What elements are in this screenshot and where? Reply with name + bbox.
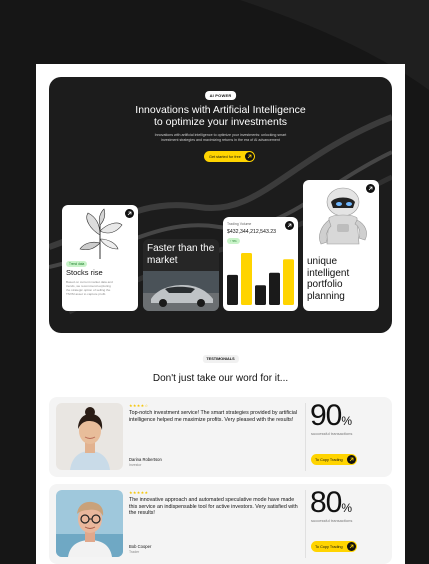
star-icon: ★★★★★ [129,490,149,495]
portfolio-planning-card[interactable]: unique intelligent portfolio planning [303,180,379,311]
testimonial-card: ★★★★★ The innovative approach and automa… [49,484,392,564]
hero-title-line-2: to optimize your investments [153,116,288,128]
volume-bar [283,259,294,305]
star-icon: ★★★★☆ [129,403,149,408]
hero-section: AI POWER Innovations with Artificial Int… [49,77,392,333]
divider [305,403,306,471]
trading-volume-change: ↑ 5% [227,238,240,244]
success-rate-label: successful transactions [311,518,353,523]
landing-page: AI POWER Innovations with Artificial Int… [36,64,405,564]
trading-volume-card[interactable]: Trading Volume $432,344,212,543.23 ↑ 5% [223,217,298,311]
testimonials-title: Don't just take our word for it... [152,373,289,384]
testimonial-role: Trader [129,550,140,554]
volume-bar [241,253,252,305]
success-rate-label: successful transactions [311,431,353,436]
volume-bar [269,272,280,305]
hero-subtitle: Innovations with artificial intelligence… [137,133,304,143]
sports-car-image [143,271,219,311]
testimonial-name: Bob Cooper [129,544,152,549]
stocks-rise-text: Based on current market data and trends,… [66,280,113,296]
hero-subtitle-line-2: investment strategies and maximizing ret… [161,138,280,142]
arrow-up-right-icon[interactable] [366,184,375,193]
testimonial-card: ★★★★☆ Top-notch investment service! The … [49,397,392,477]
arrow-up-right-icon[interactable] [285,221,294,230]
volume-bar [255,285,266,305]
faster-than-market-card[interactable]: Faster than the market [143,239,219,311]
arrow-up-right-icon [244,152,254,161]
get-started-button[interactable]: Get started for free [204,151,255,162]
portfolio-planning-title: unique intelligent portfolio planning [307,256,350,302]
success-rate-unit: % [341,501,353,515]
trading-volume-bars [227,253,294,305]
trend-tag: Trend data [66,261,88,267]
testimonials-badge: TESTIMONIALS [202,355,239,363]
arrow-up-right-icon [346,455,356,464]
hero-title: Innovations with Artificial Intelligence… [49,104,392,128]
success-rate-number: 80 [310,486,342,519]
get-started-label: Get started for free [209,154,241,159]
copy-trading-label: To Copy Trading [315,544,343,549]
copy-trading-button[interactable]: To Copy Trading [311,541,357,552]
divider [305,490,306,558]
success-rate-unit: % [341,414,353,428]
stocks-rise-card[interactable]: Trend data Stocks rise Based on current … [62,205,138,311]
copy-trading-button[interactable]: To Copy Trading [311,454,357,465]
testimonial-quote: The innovative approach and automated sp… [129,497,298,517]
copy-trading-label: To Copy Trading [315,457,343,462]
stocks-rise-title: Stocks rise [66,268,103,277]
hero-badge: AI POWER [204,91,237,100]
arrow-up-right-icon [346,542,356,551]
arrow-up-right-icon[interactable] [125,209,134,218]
trading-volume-label: Trading Volume [227,222,252,226]
testimonial-name: Darina Robertson [129,457,162,462]
trading-volume-value: $432,344,212,543.23 [227,229,277,235]
faster-than-market-title: Faster than the market [147,243,215,266]
avatar [56,490,123,557]
hero-title-line-1: Innovations with Artificial Intelligence [135,104,306,116]
testimonial-quote: Top-notch investment service! The smart … [129,410,298,423]
success-rate-number: 90 [310,399,342,432]
testimonial-role: Investor [129,463,142,467]
avatar [56,403,123,470]
volume-bar [227,274,238,305]
